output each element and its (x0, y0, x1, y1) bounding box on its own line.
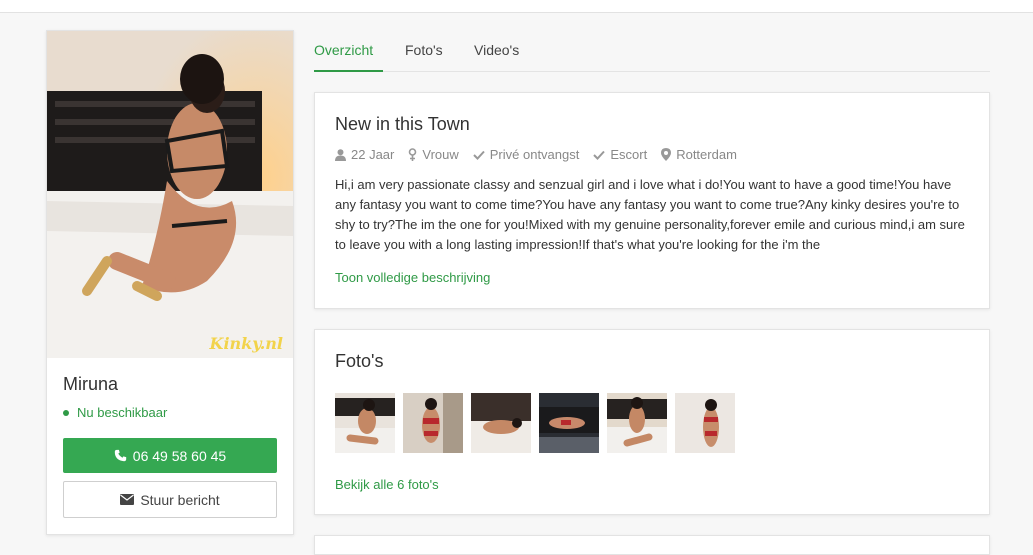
view-all-photos-link[interactable]: Bekijk alle 6 foto's (335, 477, 439, 492)
next-card (314, 535, 990, 555)
photo-thumbnail[interactable] (607, 393, 667, 453)
photo-thumbnails (335, 393, 735, 453)
phone-button[interactable]: 06 49 58 60 45 (63, 438, 277, 473)
meta-private: Privé ontvangst (473, 147, 580, 162)
top-bar (0, 0, 1033, 13)
private-text: Privé ontvangst (489, 147, 580, 162)
send-message-label: Stuur bericht (140, 491, 220, 508)
phone-number: 06 49 58 60 45 (132, 447, 227, 464)
status-dot-icon (63, 409, 69, 416)
tab-fotos[interactable]: Foto's (405, 42, 443, 58)
profile-photo[interactable]: Kinky.nl (47, 31, 293, 358)
meta-age: 22 Jaar (335, 147, 394, 162)
check-icon (593, 150, 606, 160)
photo-thumbnail[interactable] (335, 393, 395, 453)
photo-thumbnail[interactable] (471, 393, 531, 453)
send-message-button[interactable]: Stuur bericht (63, 481, 277, 518)
age-text: 22 Jaar (351, 147, 395, 162)
profile-meta: 22 Jaar Vrouw Privé ontvangst Escort Rot… (335, 147, 737, 162)
meta-gender: Vrouw (408, 147, 459, 162)
photos-title: Foto's (335, 351, 384, 371)
about-card: New in this Town 22 Jaar Vrouw Privé ont… (314, 92, 990, 309)
active-tab-indicator (314, 70, 383, 72)
status-label: Nu beschikbaar (77, 405, 168, 420)
tab-overzicht[interactable]: Overzicht (314, 42, 373, 58)
phone-icon (114, 449, 126, 462)
escort-text: Escort (610, 147, 648, 162)
check-icon (473, 150, 485, 160)
profile-name: Miruna (63, 374, 119, 394)
user-icon (335, 148, 346, 161)
photo-thumbnail[interactable] (675, 393, 735, 453)
tab-videos[interactable]: Video's (474, 42, 519, 58)
envelope-icon (120, 494, 135, 505)
profile-card: Kinky.nl Miruna Nu beschikbaar 06 49 58 … (46, 30, 294, 535)
photos-card: Foto's Bekijk alle 6 foto's (314, 329, 990, 515)
map-marker-icon (661, 148, 672, 161)
photo-thumbnail[interactable] (403, 393, 463, 453)
city-text: Rotterdam (676, 147, 737, 162)
meta-city: Rotterdam (661, 147, 737, 162)
watermark-text: Kinky.nl (209, 334, 283, 353)
photo-thumbnail[interactable] (539, 393, 599, 453)
female-icon (409, 148, 417, 161)
profile-tabs: Overzicht Foto's Video's (314, 30, 990, 72)
about-title: New in this Town (335, 114, 470, 134)
meta-escort: Escort (593, 147, 647, 162)
gender-text: Vrouw (422, 147, 459, 162)
profile-description: Hi,i am very passionate classy and senzu… (335, 177, 965, 252)
show-full-description-link[interactable]: Toon volledige beschrijving (335, 270, 490, 285)
availability-status: Nu beschikbaar (63, 405, 167, 420)
